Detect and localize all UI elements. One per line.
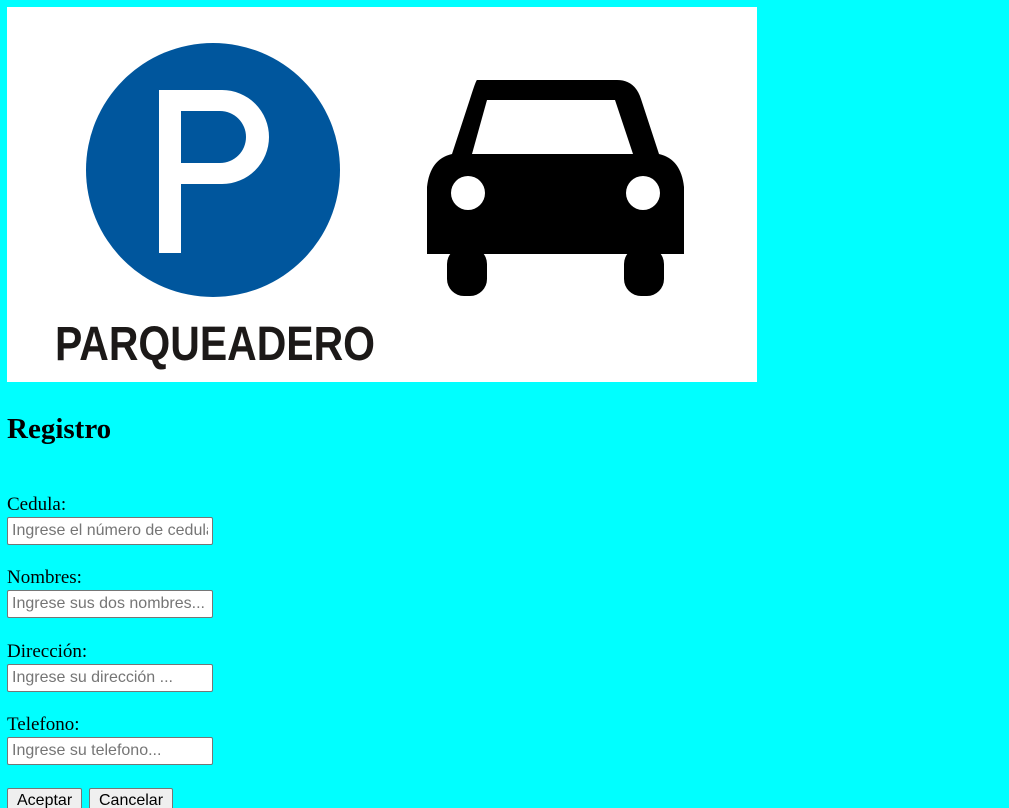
direccion-input[interactable] — [7, 664, 213, 692]
nombres-input[interactable] — [7, 590, 213, 618]
page-title: Registro — [7, 413, 112, 445]
telefono-label: Telefono: — [7, 714, 80, 735]
telefono-input[interactable] — [7, 737, 213, 765]
parqueadero-banner: PARQUEADERO — [7, 7, 757, 382]
banner-image: PARQUEADERO — [7, 7, 757, 382]
cedula-label: Cedula: — [7, 494, 67, 515]
nombres-label: Nombres: — [7, 567, 82, 588]
cedula-input[interactable] — [7, 517, 213, 545]
direccion-label: Dirección: — [7, 641, 88, 662]
accept-button[interactable]: Aceptar — [7, 788, 83, 808]
parking-sign-icon — [86, 43, 340, 297]
cancel-button[interactable]: Cancelar — [89, 788, 174, 808]
logo-text: PARQUEADERO — [55, 318, 375, 371]
